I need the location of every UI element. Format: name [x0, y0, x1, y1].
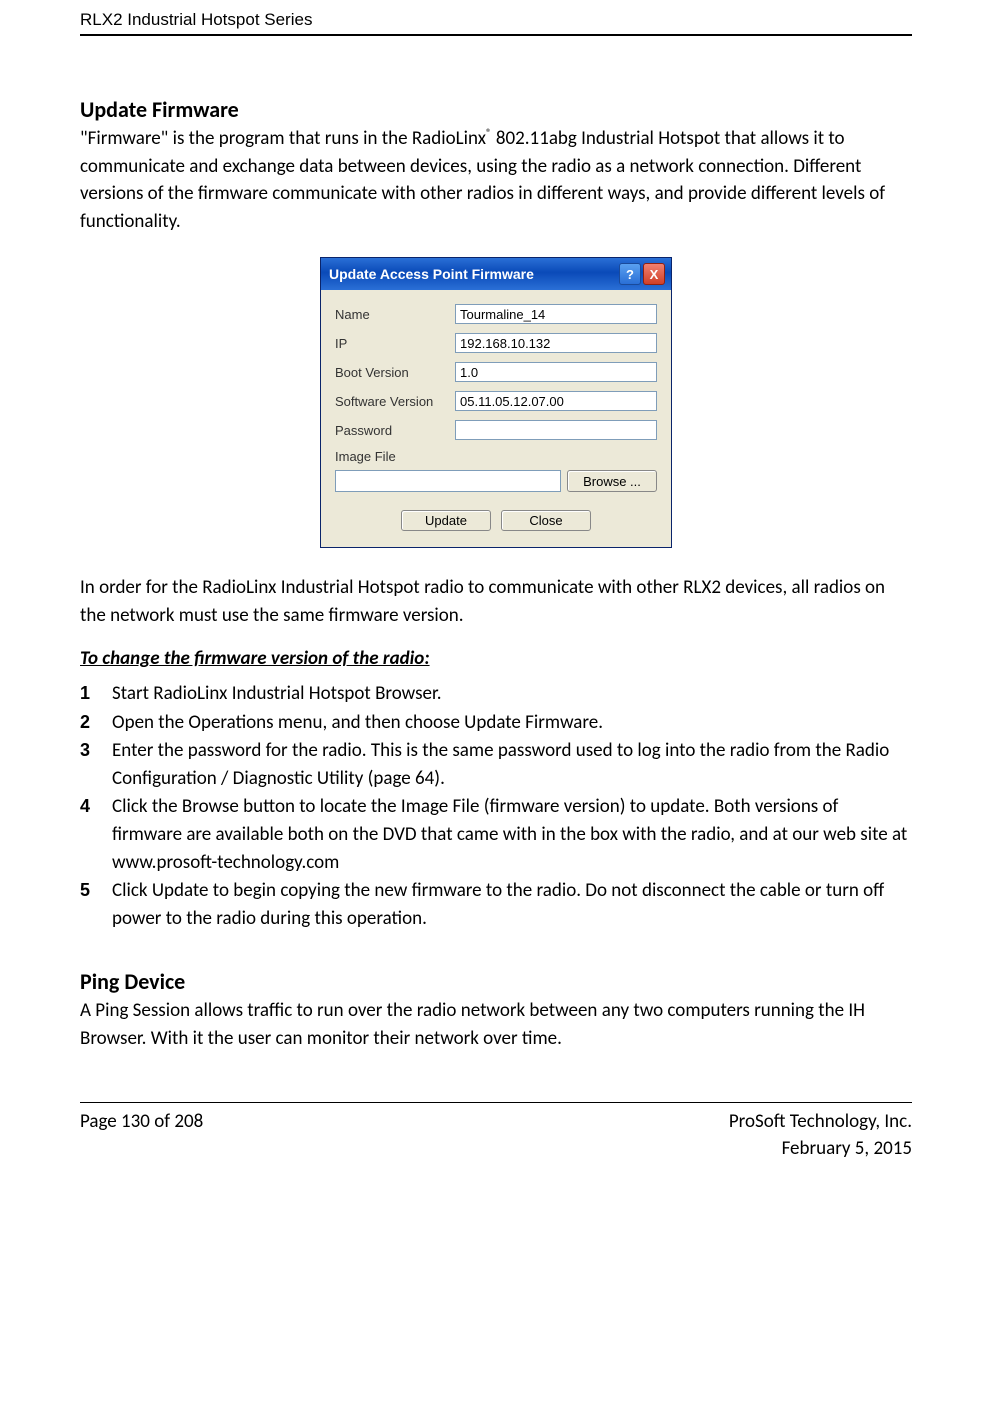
label-software: Software Version	[335, 394, 455, 409]
dialog-body: Name IP Boot Version Software Version Pa…	[321, 290, 671, 547]
close-dialog-button[interactable]: Close	[501, 510, 591, 531]
header-series: RLX2 Industrial Hotspot Series	[80, 10, 912, 30]
footer-date: February 5, 2015	[729, 1136, 912, 1163]
row-imagefile: Browse ...	[335, 470, 657, 492]
label-boot: Boot Version	[335, 365, 455, 380]
input-name[interactable]	[455, 304, 657, 324]
update-firmware-dialog: Update Access Point Firmware ? X Name IP…	[320, 257, 672, 548]
ping-paragraph: A Ping Session allows traffic to run ove…	[80, 997, 912, 1052]
list-item: 4Click the Browse button to locate the I…	[80, 793, 912, 876]
page-footer: Page 130 of 208 ProSoft Technology, Inc.…	[80, 1109, 912, 1162]
input-boot[interactable]	[455, 362, 657, 382]
step-text: Start RadioLinx Industrial Hotspot Brows…	[112, 680, 912, 708]
document-page: RLX2 Industrial Hotspot Series Update Fi…	[0, 0, 982, 1182]
label-ip: IP	[335, 336, 455, 351]
row-boot: Boot Version	[335, 362, 657, 382]
steps-list: 1Start RadioLinx Industrial Hotspot Brow…	[80, 680, 912, 932]
dialog-button-row: Update Close	[335, 510, 657, 531]
section-title-ping-device: Ping Device	[80, 968, 912, 995]
step-text: Click Update to begin copying the new fi…	[112, 877, 912, 932]
list-item: 2Open the Operations menu, and then choo…	[80, 709, 912, 737]
row-password: Password	[335, 420, 657, 440]
step-number: 5	[80, 877, 112, 932]
input-imagefile[interactable]	[335, 470, 561, 492]
footer-rule	[80, 1102, 912, 1103]
label-imagefile: Image File	[335, 449, 657, 464]
step-number: 1	[80, 680, 112, 708]
label-name: Name	[335, 307, 455, 322]
input-password[interactable]	[455, 420, 657, 440]
close-button[interactable]: X	[643, 263, 665, 285]
label-password: Password	[335, 423, 455, 438]
list-item: 1Start RadioLinx Industrial Hotspot Brow…	[80, 680, 912, 708]
row-software: Software Version	[335, 391, 657, 411]
dialog-title: Update Access Point Firmware	[329, 266, 617, 282]
input-software[interactable]	[455, 391, 657, 411]
header-rule	[80, 34, 912, 36]
para1-a: "Firmware" is the program that runs in t…	[80, 127, 486, 150]
dialog-screenshot: Update Access Point Firmware ? X Name IP…	[80, 257, 912, 548]
section-title-update-firmware: Update Firmware	[80, 96, 912, 123]
step-text: Click the Browse button to locate the Im…	[112, 793, 912, 876]
step-text: Open the Operations menu, and then choos…	[112, 709, 912, 737]
footer-page-number: Page 130 of 208	[80, 1109, 729, 1162]
step-text: Enter the password for the radio. This i…	[112, 737, 912, 792]
list-item: 5Click Update to begin copying the new f…	[80, 877, 912, 932]
update-button[interactable]: Update	[401, 510, 491, 531]
step-number: 2	[80, 709, 112, 737]
intro-paragraph: "Firmware" is the program that runs in t…	[80, 125, 912, 235]
change-firmware-subheading: To change the firmware version of the ra…	[80, 647, 912, 670]
step-number: 3	[80, 737, 112, 792]
help-button[interactable]: ?	[619, 263, 641, 285]
row-ip: IP	[335, 333, 657, 353]
footer-right: ProSoft Technology, Inc. February 5, 201…	[729, 1109, 912, 1162]
browse-button[interactable]: Browse ...	[567, 470, 657, 492]
step-number: 4	[80, 793, 112, 876]
footer-company: ProSoft Technology, Inc.	[729, 1109, 912, 1136]
requirement-paragraph: In order for the RadioLinx Industrial Ho…	[80, 574, 912, 629]
dialog-titlebar: Update Access Point Firmware ? X	[321, 258, 671, 290]
input-ip[interactable]	[455, 333, 657, 353]
list-item: 3Enter the password for the radio. This …	[80, 737, 912, 792]
row-name: Name	[335, 304, 657, 324]
